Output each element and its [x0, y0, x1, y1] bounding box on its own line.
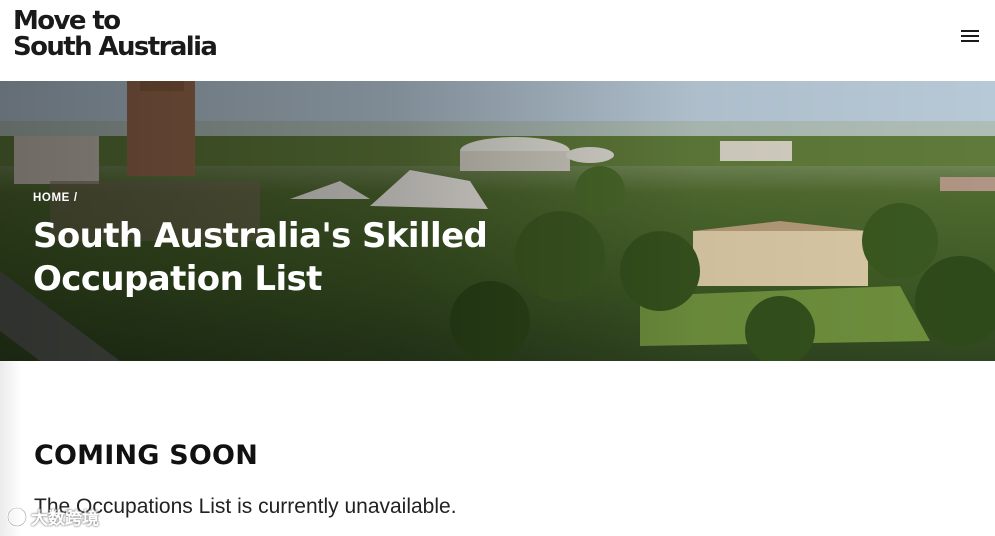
breadcrumb-home-link[interactable]: HOME [33, 192, 70, 204]
site-header: Move to South Australia [0, 0, 995, 81]
watermark-logo-icon [6, 506, 28, 527]
site-logo[interactable]: Move to South Australia [13, 6, 218, 62]
coming-soon-heading: COMING SOON [34, 440, 258, 471]
watermark: 大数跨境 [6, 504, 99, 529]
logo-line-2: South Australia [13, 32, 218, 62]
breadcrumb-separator: / [73, 192, 78, 204]
logo-line-1: Move to [13, 6, 121, 36]
watermark-text: 大数跨境 [31, 509, 99, 528]
hero-banner: HOME / South Australia's Skilled Occupati… [0, 81, 995, 361]
hamburger-menu-icon[interactable] [958, 27, 982, 47]
breadcrumb: HOME / [33, 192, 78, 204]
page-title: South Australia's Skilled Occupation Lis… [33, 216, 488, 299]
